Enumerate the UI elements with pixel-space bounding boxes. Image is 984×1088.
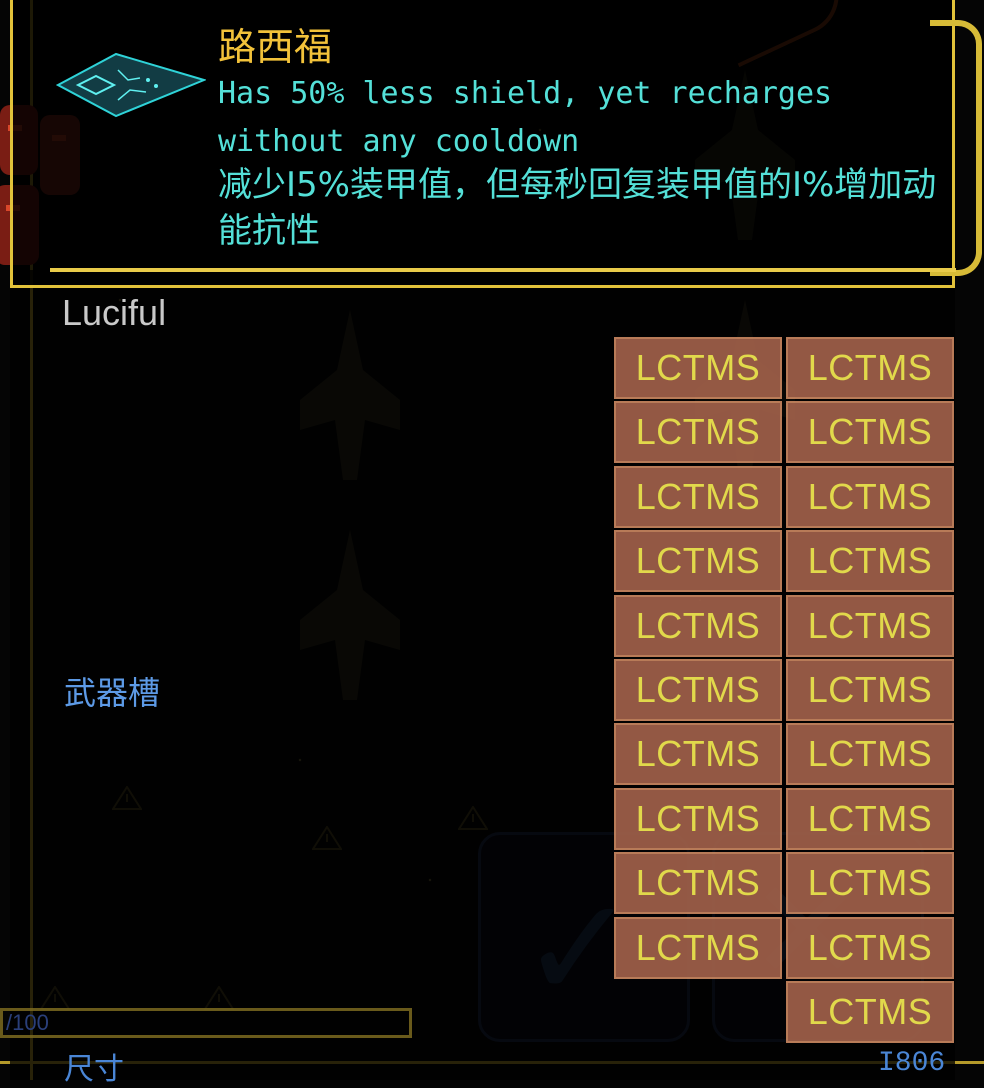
weapon-slot-right[interactable]: LCTMS	[786, 530, 954, 592]
weapon-slot-left[interactable]: LCTMS	[614, 466, 782, 528]
capacity-bar	[0, 1008, 412, 1038]
size-value: I806	[878, 1048, 946, 1079]
module-description-cn: 减少I5%装甲值，但每秒回复装甲值的I%增加动能抗性	[218, 165, 937, 251]
weapon-slot-left[interactable]: LCTMS	[614, 337, 782, 399]
weapon-slot-right[interactable]: LCTMS	[786, 788, 954, 850]
module-title: 路西福	[218, 25, 333, 69]
weapon-slot-right[interactable]: LCTMS	[786, 659, 954, 721]
weapon-slot-label: 武器槽	[64, 674, 161, 712]
triangle-hull-module-icon	[55, 50, 208, 120]
weapon-slot-left[interactable]: LCTMS	[614, 659, 782, 721]
size-label: 尺寸	[64, 1052, 124, 1087]
capacity-text: /100	[6, 1010, 49, 1035]
weapon-slot-left[interactable]: LCTMS	[614, 595, 782, 657]
weapon-slot-left[interactable]: LCTMS	[614, 401, 782, 463]
weapon-slot-right[interactable]: LCTMS	[786, 723, 954, 785]
weapon-slot-right[interactable]: LCTMS	[786, 917, 954, 979]
weapon-slot-right[interactable]: LCTMS	[786, 852, 954, 914]
weapon-slot-right[interactable]: LCTMS	[786, 337, 954, 399]
weapon-slot-left[interactable]: LCTMS	[614, 852, 782, 914]
weapon-slot-right[interactable]: LCTMS	[786, 595, 954, 657]
weapon-slot-right[interactable]: LCTMS	[786, 981, 954, 1043]
weapon-slot-left[interactable]: LCTMS	[614, 530, 782, 592]
weapon-slot-left[interactable]: LCTMS	[614, 788, 782, 850]
module-description-en: Has 50% less shield, yet recharges witho…	[218, 76, 833, 159]
weapon-slot-right[interactable]: LCTMS	[786, 466, 954, 528]
weapon-slot-left[interactable]: LCTMS	[614, 917, 782, 979]
ship-name: Luciful	[62, 292, 167, 333]
tooltip-divider	[50, 268, 956, 272]
weapon-slot-left[interactable]: LCTMS	[614, 723, 782, 785]
weapon-slot-right[interactable]: LCTMS	[786, 401, 954, 463]
